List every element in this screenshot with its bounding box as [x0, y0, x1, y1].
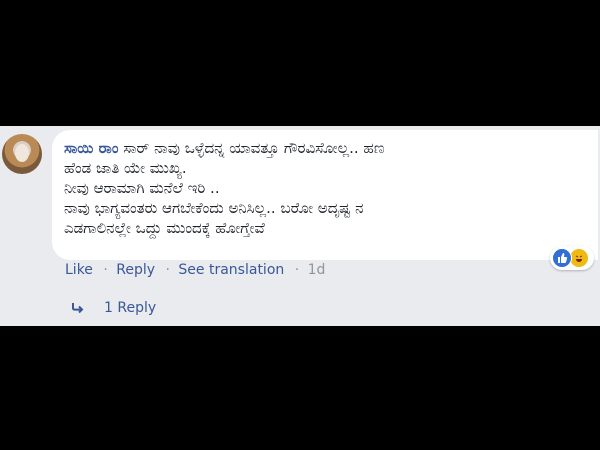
haha-icon: [569, 248, 589, 268]
reply-arrow-icon: [72, 303, 84, 314]
comment-line-1: ಸಾರ್ ನಾವು ಒಳ್ಳೆದನ್ನ ಯಾವತ್ತೂ ಗೌರವಿಸೋಲ್ಲ..…: [123, 139, 385, 157]
separator: ·: [103, 262, 108, 278]
comment-actions: Like · Reply · See translation · 1d: [65, 262, 327, 278]
like-link[interactable]: Like: [65, 262, 93, 278]
reaction-count[interactable]: [550, 246, 594, 270]
comment-author[interactable]: ಸಾಯಿ ರಾಂ: [64, 139, 118, 157]
separator: ·: [294, 262, 300, 278]
comment-text: ಸಾಯಿ ರಾಂ ಸಾರ್ ನಾವು ಒಳ್ಳೆದನ್ನ ಯಾವತ್ತೂ ಗೌರ…: [64, 138, 594, 238]
comment-bubble: ಸಾಯಿ ರಾಂ ಸಾರ್ ನಾವು ಒಳ್ಳೆದನ್ನ ಯಾವತ್ತೂ ಗೌರ…: [52, 130, 598, 260]
like-icon: [552, 248, 572, 268]
avatar[interactable]: [2, 134, 42, 174]
timestamp[interactable]: 1d: [308, 262, 326, 278]
separator: ·: [165, 262, 170, 278]
view-replies-link[interactable]: 1 Reply: [70, 300, 156, 316]
comment-line-5: ಎಡಗಾಲಿನಲ್ಲೇ ಒದ್ದು ಮುಂದಕ್ಕೆ ಹೋಗ್ತೇವೆ: [64, 219, 265, 237]
comment-line-3: ನೀವು ಆರಾಮಾಗಿ ಮನೆಲೆ ಇರಿ ..: [64, 179, 220, 197]
comment-line-4: ನಾವು ಭಾಗ್ಯವಂತರು ಆಗಬೇಕೆಂದು ಅನಿಸಿಲ್ಲ.. ಬರೋ…: [64, 199, 364, 217]
reply-link[interactable]: Reply: [116, 262, 155, 278]
see-translation-link[interactable]: See translation: [178, 262, 284, 278]
comment-line-2: ಹೆಂಡ ಜಾತಿ ಯೇ ಮುಖ್ಯ.: [64, 159, 187, 177]
replies-label[interactable]: 1 Reply: [104, 300, 156, 316]
comment-panel: ಸಾಯಿ ರಾಂ ಸಾರ್ ನಾವು ಒಳ್ಳೆದನ್ನ ಯಾವತ್ತೂ ಗೌರ…: [0, 126, 600, 326]
avatar-face: [15, 144, 29, 162]
